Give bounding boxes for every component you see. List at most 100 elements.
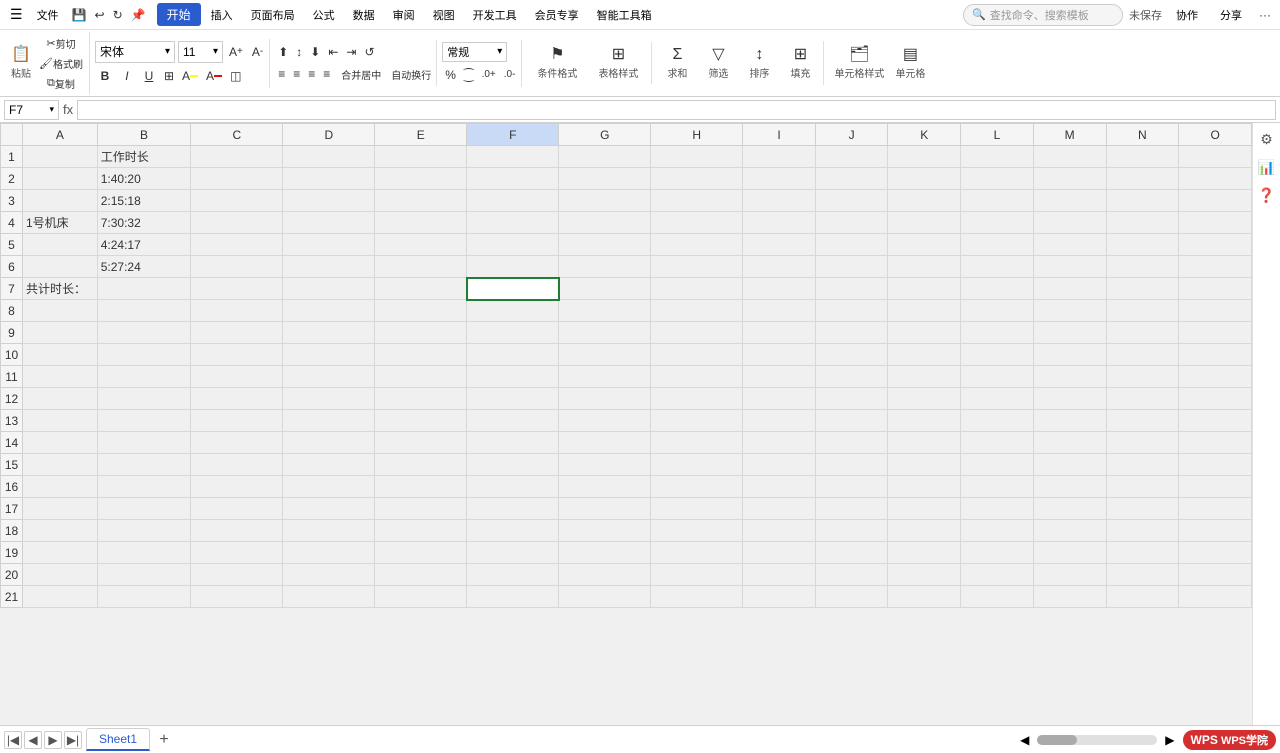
cell-D12[interactable] <box>283 388 375 410</box>
cell-F20[interactable] <box>467 564 559 586</box>
cell-F21[interactable] <box>467 586 559 608</box>
cell-K16[interactable] <box>888 476 961 498</box>
app-menu-icon[interactable]: ☰ <box>6 4 27 25</box>
cell-N15[interactable] <box>1106 454 1179 476</box>
cell-C9[interactable] <box>191 322 283 344</box>
save-button[interactable]: 💾 <box>69 5 90 25</box>
cell-G6[interactable] <box>559 256 651 278</box>
cell-A18[interactable] <box>23 520 98 542</box>
align-bottom-button[interactable]: ⬇ <box>307 42 323 62</box>
cell-H5[interactable] <box>651 234 743 256</box>
cell-D21[interactable] <box>283 586 375 608</box>
nav-prev-button[interactable]: ◀ <box>24 731 42 749</box>
cell-B10[interactable] <box>97 344 191 366</box>
cell-E3[interactable] <box>375 190 467 212</box>
cell-C5[interactable] <box>191 234 283 256</box>
cell-E2[interactable] <box>375 168 467 190</box>
undo-button[interactable]: ↩ <box>92 5 108 25</box>
cell-B4[interactable]: 7:30:32 <box>97 212 191 234</box>
cell-A14[interactable] <box>23 432 98 454</box>
cell-N1[interactable] <box>1106 146 1179 168</box>
cell-F12[interactable] <box>467 388 559 410</box>
cell-H19[interactable] <box>651 542 743 564</box>
decrease-font-button[interactable]: A- <box>249 42 266 62</box>
cell-M20[interactable] <box>1033 564 1106 586</box>
nav-last-button[interactable]: ▶| <box>64 731 82 749</box>
cell-format-button[interactable]: ▤ 单元格 <box>890 43 930 83</box>
cell-A17[interactable] <box>23 498 98 520</box>
cell-C6[interactable] <box>191 256 283 278</box>
cell-I4[interactable] <box>743 212 816 234</box>
cell-G1[interactable] <box>559 146 651 168</box>
fill-color-button[interactable]: A <box>179 66 201 86</box>
cell-J10[interactable] <box>815 344 888 366</box>
cell-O10[interactable] <box>1179 344 1252 366</box>
cell-L20[interactable] <box>961 564 1034 586</box>
cell-M12[interactable] <box>1033 388 1106 410</box>
col-header-k[interactable]: K <box>888 124 961 146</box>
align-middle-button[interactable]: ↕ <box>293 42 305 62</box>
col-header-h[interactable]: H <box>651 124 743 146</box>
member-menu[interactable]: 会员专享 <box>527 4 587 26</box>
cell-C20[interactable] <box>191 564 283 586</box>
cell-H9[interactable] <box>651 322 743 344</box>
cell-G18[interactable] <box>559 520 651 542</box>
cell-C8[interactable] <box>191 300 283 322</box>
cell-style-button[interactable]: 🗂 单元格样式 <box>829 43 889 83</box>
cell-G7[interactable] <box>559 278 651 300</box>
sidebar-icon-2[interactable]: 📊 <box>1255 155 1279 179</box>
cell-H6[interactable] <box>651 256 743 278</box>
cell-L19[interactable] <box>961 542 1034 564</box>
cell-C13[interactable] <box>191 410 283 432</box>
copy-button[interactable]: ⧉ 复制 <box>36 74 86 92</box>
cell-O15[interactable] <box>1179 454 1252 476</box>
cell-I17[interactable] <box>743 498 816 520</box>
cell-E16[interactable] <box>375 476 467 498</box>
cell-N14[interactable] <box>1106 432 1179 454</box>
border-button[interactable]: ⊞ <box>161 66 177 86</box>
cell-A4[interactable]: 1号机床 <box>23 212 98 234</box>
ai-tools-menu[interactable]: 智能工具箱 <box>589 4 660 26</box>
cell-G15[interactable] <box>559 454 651 476</box>
cell-K15[interactable] <box>888 454 961 476</box>
cell-A1[interactable] <box>23 146 98 168</box>
merge-button[interactable]: 合并居中 <box>335 64 387 84</box>
sidebar-icon-3[interactable]: ❓ <box>1255 183 1279 207</box>
cell-O2[interactable] <box>1179 168 1252 190</box>
sheet-tab-sheet1[interactable]: Sheet1 <box>86 728 150 751</box>
cell-J12[interactable] <box>815 388 888 410</box>
cell-O3[interactable] <box>1179 190 1252 212</box>
cell-G20[interactable] <box>559 564 651 586</box>
align-right-button[interactable]: ≡ <box>305 64 318 84</box>
cell-B7[interactable] <box>97 278 191 300</box>
cell-N17[interactable] <box>1106 498 1179 520</box>
cell-L16[interactable] <box>961 476 1034 498</box>
scroll-bar-area[interactable] <box>1037 735 1157 745</box>
cell-M15[interactable] <box>1033 454 1106 476</box>
cell-N8[interactable] <box>1106 300 1179 322</box>
cell-E9[interactable] <box>375 322 467 344</box>
cell-N5[interactable] <box>1106 234 1179 256</box>
cell-B6[interactable]: 5:27:24 <box>97 256 191 278</box>
cell-G16[interactable] <box>559 476 651 498</box>
cell-F10[interactable] <box>467 344 559 366</box>
cell-E4[interactable] <box>375 212 467 234</box>
cell-M21[interactable] <box>1033 586 1106 608</box>
cell-G2[interactable] <box>559 168 651 190</box>
conditional-format-button[interactable]: ⚑ 条件格式 <box>527 44 587 82</box>
cell-H12[interactable] <box>651 388 743 410</box>
cell-O19[interactable] <box>1179 542 1252 564</box>
cell-C1[interactable] <box>191 146 283 168</box>
cell-M18[interactable] <box>1033 520 1106 542</box>
cell-H18[interactable] <box>651 520 743 542</box>
cell-M5[interactable] <box>1033 234 1106 256</box>
cell-B12[interactable] <box>97 388 191 410</box>
fill-button[interactable]: ⊞ 填充 <box>780 43 820 83</box>
cell-C18[interactable] <box>191 520 283 542</box>
cell-F16[interactable] <box>467 476 559 498</box>
cell-F7[interactable] <box>467 278 559 300</box>
cell-J4[interactable] <box>815 212 888 234</box>
collab-button[interactable]: 协作 <box>1168 4 1206 26</box>
cell-O20[interactable] <box>1179 564 1252 586</box>
cell-F13[interactable] <box>467 410 559 432</box>
